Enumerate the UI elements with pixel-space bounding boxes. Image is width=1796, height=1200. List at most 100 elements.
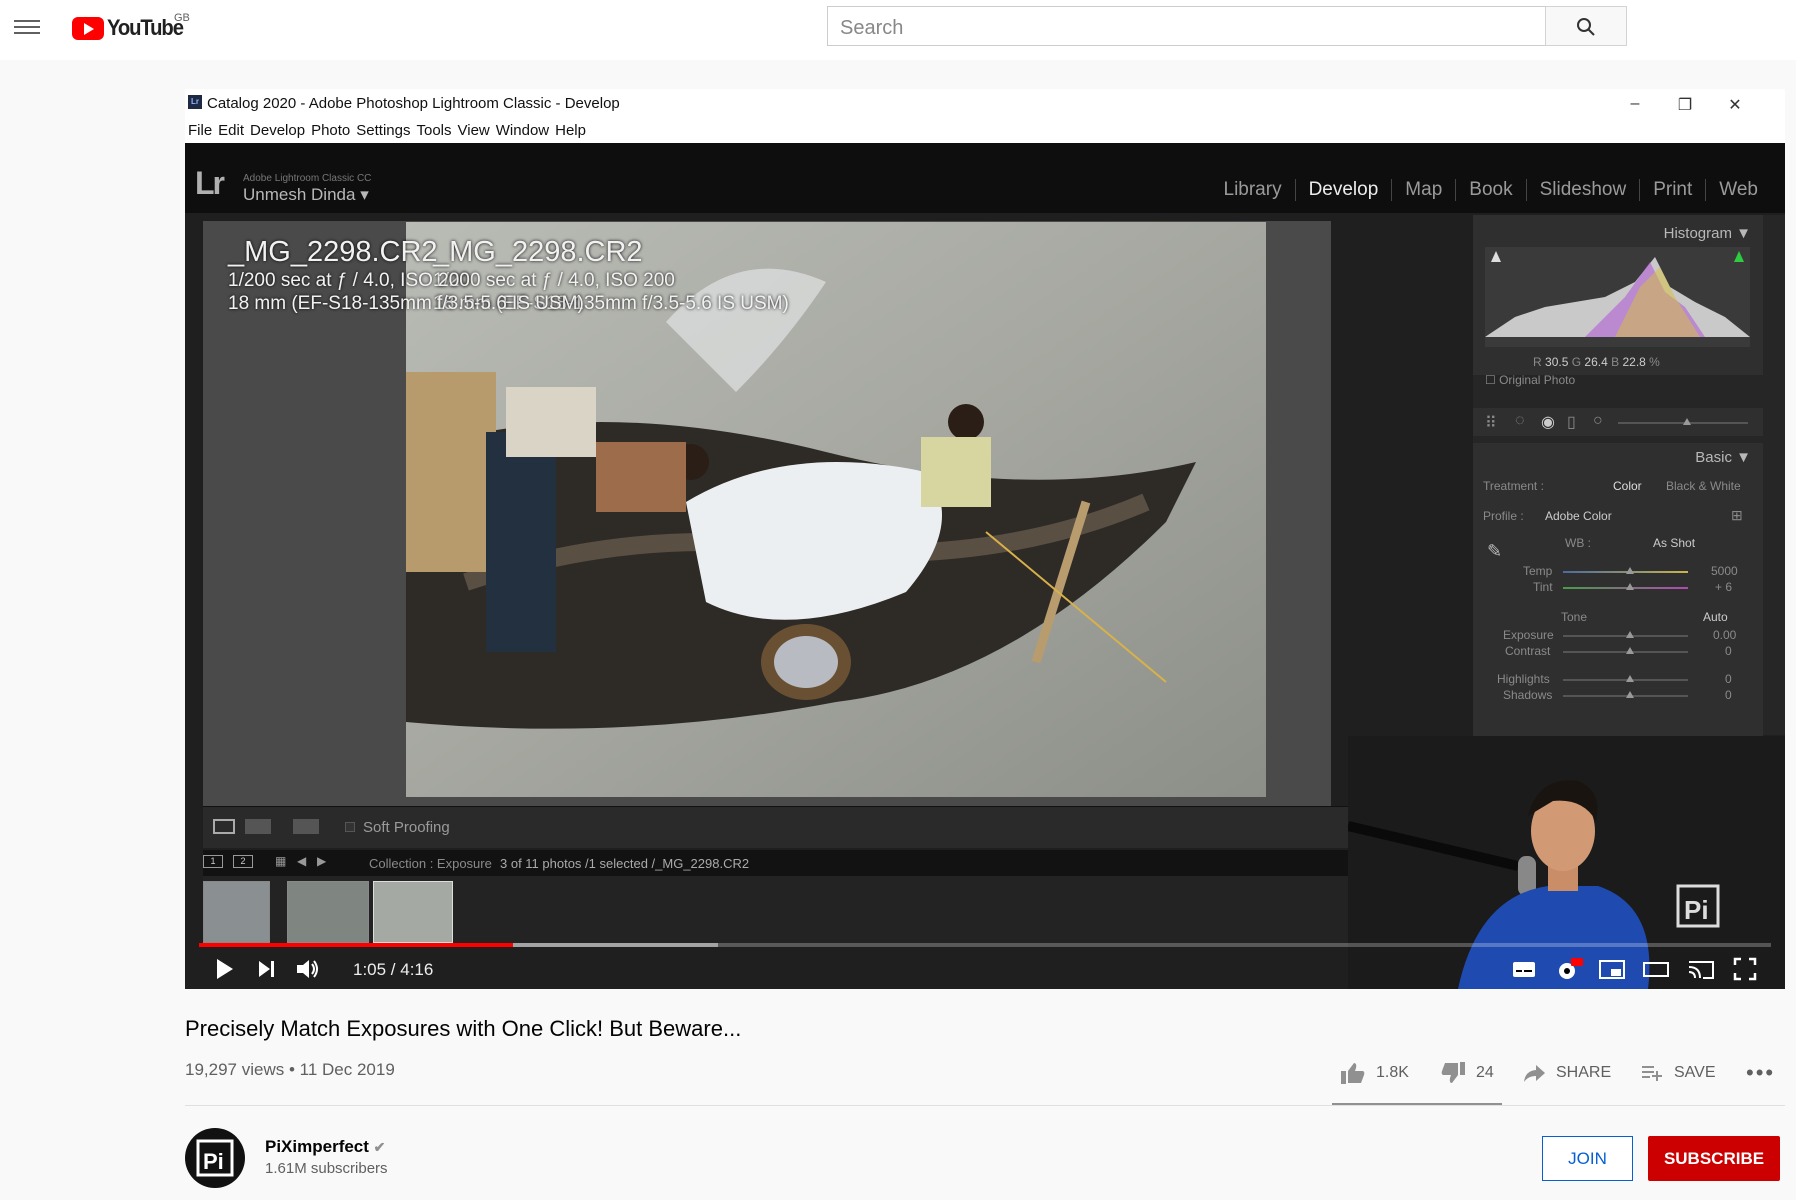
lightroom-app-icon: Lr: [188, 95, 202, 109]
play-button[interactable]: [215, 957, 235, 983]
wb-label: WB :: [1565, 536, 1591, 550]
youtube-logo[interactable]: YouTube: [72, 14, 189, 42]
redeye-icon: ◉: [1541, 414, 1555, 431]
develop-right-panel: Histogram ▼ R 30.5 G 26.4 B 22.8 % ☐ Ori…: [1473, 215, 1785, 743]
progress-bar[interactable]: [199, 943, 1771, 947]
country-code: GB: [174, 12, 190, 24]
g-label: G: [1571, 355, 1582, 369]
module-book: Book: [1455, 179, 1525, 201]
cast-button[interactable]: [1687, 957, 1715, 983]
menu-view: View: [457, 122, 490, 139]
thumbs-up-icon: [1341, 1063, 1365, 1084]
channel-logo-icon: Pi: [196, 1139, 234, 1177]
video-player[interactable]: Lr Catalog 2020 - Adobe Photoshop Lightr…: [185, 89, 1785, 989]
tone-label: Tone: [1561, 610, 1588, 624]
subscriber-count: 1.61M subscribers: [265, 1160, 388, 1177]
dislike-button[interactable]: 24: [1440, 1060, 1494, 1086]
menu-tools: Tools: [416, 122, 452, 139]
histogram-graph: [1485, 247, 1750, 347]
share-button[interactable]: SHARE: [1522, 1060, 1611, 1086]
wb-eyedropper-icon: ✎: [1487, 541, 1503, 561]
play-icon: [217, 959, 233, 979]
join-button[interactable]: JOIN: [1542, 1136, 1633, 1181]
basic-panel: Basic ▼ Treatment : Color Black & White …: [1473, 443, 1763, 743]
more-actions-button[interactable]: •••: [1746, 1060, 1775, 1086]
menu-photo: Photo: [311, 122, 351, 139]
view-count-date: 19,297 views • 11 Dec 2019: [185, 1060, 395, 1079]
presenter-webcam: Pi: [1348, 736, 1785, 989]
filmstrip: [203, 876, 1533, 946]
original-photo-toggle: ☐ Original Photo: [1485, 373, 1576, 387]
treatment-bw: Black & White: [1666, 479, 1741, 493]
channel-avatar[interactable]: Pi: [185, 1128, 245, 1188]
before-after-icon: [245, 819, 271, 834]
logo-wordmark: YouTube: [107, 15, 184, 40]
svg-text:Pi: Pi: [203, 1149, 224, 1174]
tint-value: + 6: [1715, 580, 1733, 594]
tool-strip: ⠿ ◌ ◉ ▯ ○: [1473, 408, 1763, 436]
profile-label: Profile :: [1483, 509, 1524, 523]
menu-settings: Settings: [356, 122, 411, 139]
compare-view-icon: [293, 819, 319, 834]
miniplayer-button[interactable]: [1599, 957, 1625, 983]
lightroom-titlebar: Lr Catalog 2020 - Adobe Photoshop Lightr…: [185, 89, 1785, 143]
time-display: 1:05 / 4:16: [353, 960, 434, 979]
shadows-label: Shadows: [1503, 688, 1553, 702]
exposure-value: 0.00: [1713, 628, 1737, 642]
subscribe-button[interactable]: SUBSCRIBE: [1648, 1136, 1780, 1181]
highlights-slider: [1563, 675, 1688, 682]
menu-help: Help: [555, 122, 586, 139]
wb-value: As Shot: [1653, 536, 1696, 550]
auto-tone-button: Auto: [1703, 610, 1728, 624]
exposure-label: Exposure: [1503, 628, 1554, 642]
tint-label: Tint: [1533, 580, 1553, 594]
b-value: 22.8: [1622, 355, 1646, 369]
selection-info: 3 of 11 photos /1 selected /_MG_2298.CR2: [500, 856, 750, 871]
filmstrip-thumb-1: [203, 881, 270, 943]
theater-button[interactable]: [1643, 957, 1669, 983]
theater-icon: [1643, 962, 1669, 977]
restore-icon: ❐: [1677, 97, 1693, 114]
highlights-value: 0: [1725, 672, 1732, 686]
radial-filter-icon: ○: [1593, 412, 1603, 429]
volume-icon: [297, 960, 318, 978]
original-photo-label: Original Photo: [1499, 373, 1576, 387]
fullscreen-button[interactable]: [1733, 957, 1757, 983]
contrast-label: Contrast: [1505, 644, 1551, 658]
soft-proofing-checkbox: [345, 822, 355, 832]
next-button[interactable]: [257, 957, 277, 983]
search-input[interactable]: Search: [827, 6, 1546, 46]
treatment-label: Treatment :: [1483, 479, 1544, 493]
menu-icon[interactable]: [14, 16, 40, 38]
lightroom-menubar: File Edit Develop Photo Settings Tools V…: [188, 122, 586, 139]
contrast-value: 0: [1725, 644, 1732, 658]
photo-exposure-left: 1/200 sec at ƒ / 4.0, ISO 200: [228, 270, 470, 291]
photo-info-overlay-left: _MG_2298.CR2 1/200 sec at ƒ / 4.0, ISO 2…: [228, 236, 584, 315]
like-button[interactable]: 1.8K: [1340, 1060, 1409, 1086]
share-icon: [1524, 1065, 1545, 1082]
shadows-slider: [1563, 691, 1688, 698]
subtitles-button[interactable]: [1512, 957, 1536, 983]
temp-value: 5000: [1711, 564, 1738, 578]
search-button[interactable]: [1545, 6, 1627, 46]
settings-button[interactable]: [1555, 957, 1583, 983]
shadows-value: 0: [1725, 688, 1732, 702]
youtube-watch-page: YouTube GB Search Lr Catalog 2020 - Adob…: [0, 0, 1796, 1200]
module-web: Web: [1705, 179, 1771, 201]
svg-text:Pi: Pi: [1684, 895, 1709, 925]
forward-arrow-icon: ▶: [317, 854, 327, 868]
masthead: YouTube GB Search: [0, 0, 1796, 60]
r-label: R: [1533, 355, 1542, 369]
filmstrip-header: 1 2 ▦ ◀ ▶ Collection : Exposure 3 of 11 …: [203, 850, 1533, 876]
develop-toolbar: Soft Proofing: [203, 806, 1533, 848]
save-button[interactable]: SAVE: [1640, 1060, 1716, 1086]
graduated-filter-icon: ▯: [1567, 414, 1576, 431]
miniplayer-icon: [1599, 960, 1625, 979]
contrast-slider: [1563, 647, 1688, 654]
highlights-label: Highlights: [1497, 672, 1550, 686]
back-arrow-icon: ◀: [297, 854, 307, 868]
channel-name[interactable]: PiXimperfect ✔: [265, 1137, 385, 1157]
collection-label: Collection : Exposure: [369, 856, 492, 871]
filmstrip-thumb-2: [287, 881, 369, 943]
volume-button[interactable]: [295, 957, 321, 983]
